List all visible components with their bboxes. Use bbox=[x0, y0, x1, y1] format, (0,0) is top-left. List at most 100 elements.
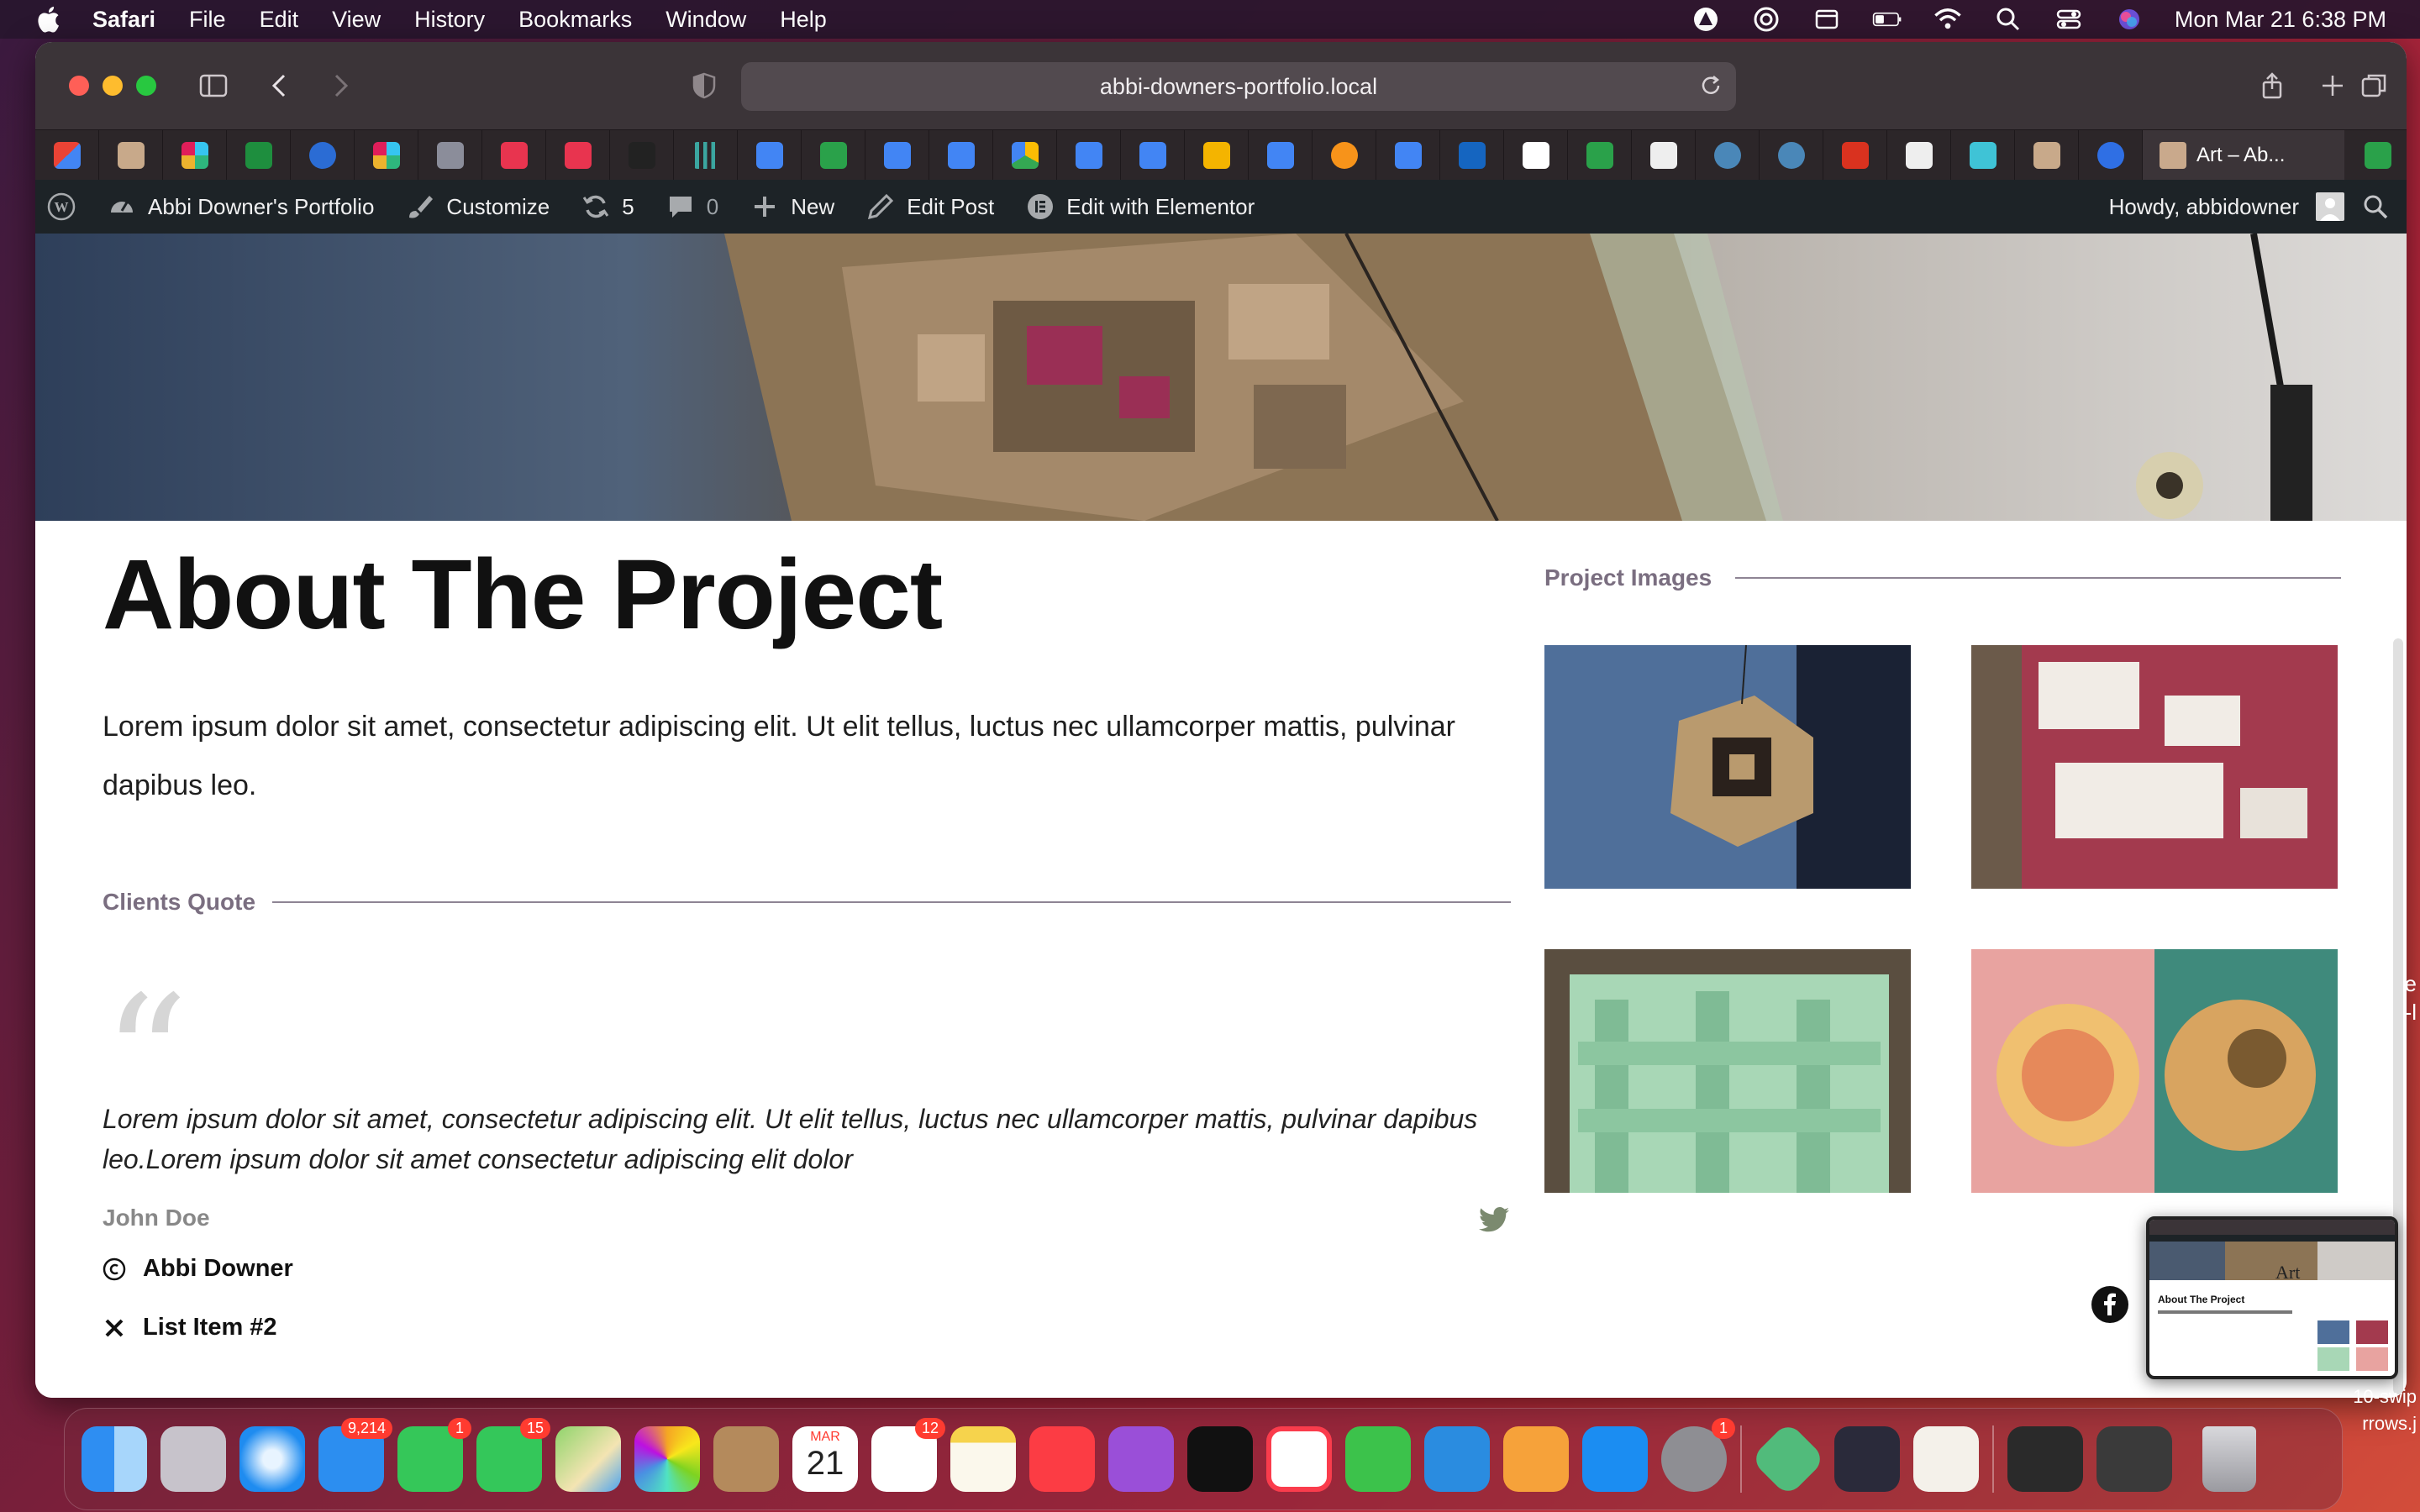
dock-numbers[interactable] bbox=[1345, 1426, 1411, 1492]
tab-n[interactable] bbox=[1440, 129, 1504, 181]
tab-app-blue[interactable] bbox=[291, 129, 355, 181]
dock-minimized-window-1[interactable] bbox=[2007, 1426, 2083, 1492]
dock-local-wp[interactable] bbox=[1749, 1420, 1827, 1498]
wp-howdy-user[interactable]: Howdy, abbidowner bbox=[2109, 194, 2299, 220]
tab-overview-icon[interactable] bbox=[2356, 67, 2393, 104]
tab-page-1[interactable] bbox=[1632, 129, 1696, 181]
wp-edit-post[interactable]: Edit Post bbox=[866, 192, 994, 221]
siri-icon[interactable] bbox=[2114, 6, 2144, 33]
vpn-icon[interactable] bbox=[1691, 6, 1721, 33]
menu-file[interactable]: File bbox=[189, 7, 226, 33]
control-center-icon[interactable] bbox=[2054, 6, 2084, 33]
menu-app-safari[interactable]: Safari bbox=[92, 7, 155, 33]
dock-notes[interactable] bbox=[950, 1426, 1016, 1492]
tab-j[interactable] bbox=[418, 129, 482, 181]
dock-music[interactable] bbox=[1029, 1426, 1095, 1492]
dock-safari[interactable] bbox=[239, 1426, 305, 1492]
screenshot-preview-thumbnail[interactable]: Art About The Project bbox=[2146, 1216, 2398, 1379]
twitter-bird-icon[interactable] bbox=[1479, 1206, 1509, 1233]
tab-slack-1[interactable] bbox=[163, 129, 227, 181]
spotlight-search-icon[interactable] bbox=[1993, 6, 2023, 33]
forward-chevron-icon[interactable] bbox=[321, 67, 358, 104]
wp-customize[interactable]: Customize bbox=[406, 192, 550, 221]
dock-minimized-window-2[interactable] bbox=[2096, 1426, 2172, 1492]
dock-messages[interactable]: 15 bbox=[476, 1418, 550, 1492]
tab-codepen[interactable] bbox=[1504, 129, 1568, 181]
tab-docs-5[interactable] bbox=[1121, 129, 1185, 181]
tab-drive[interactable] bbox=[993, 129, 1057, 181]
dock-launchpad[interactable] bbox=[160, 1426, 226, 1492]
project-image-green-lattice[interactable] bbox=[1544, 949, 1911, 1193]
wp-site-name[interactable]: Abbi Downer's Portfolio bbox=[108, 192, 374, 221]
wp-new[interactable]: New bbox=[750, 192, 834, 221]
calendar-menu-icon[interactable] bbox=[1812, 6, 1842, 33]
creative-cloud-icon[interactable] bbox=[1751, 6, 1781, 33]
dock-textedit[interactable] bbox=[1913, 1426, 1979, 1492]
tab-profile-2[interactable] bbox=[2015, 129, 2079, 181]
reload-icon[interactable] bbox=[1697, 72, 1724, 99]
tab-docs-6[interactable] bbox=[1249, 129, 1313, 181]
dock-facetime[interactable]: 1 bbox=[397, 1418, 471, 1492]
new-tab-plus-icon[interactable] bbox=[2314, 67, 2351, 104]
dock-pages[interactable] bbox=[1503, 1426, 1569, 1492]
dock-trash[interactable] bbox=[2202, 1426, 2256, 1492]
tab-classroom[interactable] bbox=[1185, 129, 1249, 181]
wp-updates[interactable]: 5 bbox=[581, 192, 634, 221]
dock-davinci-resolve[interactable] bbox=[1834, 1426, 1900, 1492]
tab-sheets[interactable] bbox=[227, 129, 291, 181]
menu-bookmarks[interactable]: Bookmarks bbox=[518, 7, 632, 33]
wp-logo-button[interactable]: W bbox=[47, 192, 76, 221]
menu-help[interactable]: Help bbox=[780, 7, 827, 33]
tab-oracle[interactable] bbox=[1823, 129, 1887, 181]
project-image-red-paper-collage[interactable] bbox=[1971, 645, 2338, 889]
tab-docs-7[interactable] bbox=[1376, 129, 1440, 181]
dock-reminders[interactable]: 12 bbox=[871, 1418, 945, 1492]
dock-photos[interactable] bbox=[634, 1426, 700, 1492]
user-avatar[interactable] bbox=[2316, 192, 2344, 221]
tab-circle-1[interactable] bbox=[1696, 129, 1760, 181]
tab-docs-1[interactable] bbox=[738, 129, 802, 181]
menu-view[interactable]: View bbox=[332, 7, 381, 33]
dock-mail[interactable]: 9,214 bbox=[318, 1418, 392, 1492]
tab-dark[interactable] bbox=[610, 129, 674, 181]
facebook-icon[interactable] bbox=[2091, 1285, 2129, 1324]
menu-edit[interactable]: Edit bbox=[260, 7, 299, 33]
back-chevron-icon[interactable] bbox=[262, 67, 299, 104]
sidebar-toggle-icon[interactable] bbox=[195, 67, 232, 104]
dock-keynote[interactable] bbox=[1424, 1426, 1490, 1492]
tab-w-3[interactable] bbox=[2346, 130, 2407, 181]
dock-finder[interactable] bbox=[82, 1426, 147, 1492]
apple-icon[interactable] bbox=[35, 5, 60, 34]
tab-gmail[interactable] bbox=[35, 129, 99, 181]
tab-active-art[interactable]: Art – Ab... bbox=[2143, 130, 2344, 181]
dock-calendar[interactable]: MAR 21 bbox=[792, 1426, 858, 1492]
project-image-hexagon-sculpture[interactable] bbox=[1544, 645, 1911, 889]
wp-edit-elementor[interactable]: Edit with Elementor bbox=[1026, 192, 1255, 221]
dock-apple-tv[interactable] bbox=[1187, 1426, 1253, 1492]
menu-window[interactable]: Window bbox=[666, 7, 746, 33]
tab-profile[interactable] bbox=[99, 129, 163, 181]
tab-page-2[interactable] bbox=[1887, 129, 1951, 181]
share-icon[interactable] bbox=[2254, 67, 2291, 104]
tab-teal[interactable] bbox=[1951, 129, 2015, 181]
tab-blue-dot[interactable] bbox=[2079, 129, 2143, 181]
minimize-window-button[interactable] bbox=[103, 76, 123, 96]
menubar-clock[interactable]: Mon Mar 21 6:38 PM bbox=[2175, 7, 2386, 33]
dock-podcasts[interactable] bbox=[1108, 1426, 1174, 1492]
tab-circle-2[interactable] bbox=[1760, 129, 1823, 181]
close-window-button[interactable] bbox=[69, 76, 89, 96]
tab-docs-4[interactable] bbox=[1057, 129, 1121, 181]
address-bar[interactable]: abbi-downers-portfolio.local bbox=[741, 62, 1736, 111]
dock-maps[interactable] bbox=[555, 1426, 621, 1492]
dock-system-preferences[interactable]: 1 bbox=[1661, 1418, 1735, 1492]
wifi-icon[interactable] bbox=[1933, 6, 1963, 33]
tab-docs-2[interactable] bbox=[865, 129, 929, 181]
tab-w-1[interactable] bbox=[802, 129, 865, 181]
tab-analytics[interactable] bbox=[674, 129, 738, 181]
dock-news[interactable] bbox=[1266, 1426, 1332, 1492]
privacy-shield-icon[interactable] bbox=[686, 67, 723, 104]
tab-docs-3[interactable] bbox=[929, 129, 993, 181]
tab-asterisk-1[interactable] bbox=[482, 129, 546, 181]
tab-slack-2[interactable] bbox=[355, 129, 418, 181]
project-image-watercolor-peaches[interactable] bbox=[1971, 949, 2338, 1193]
